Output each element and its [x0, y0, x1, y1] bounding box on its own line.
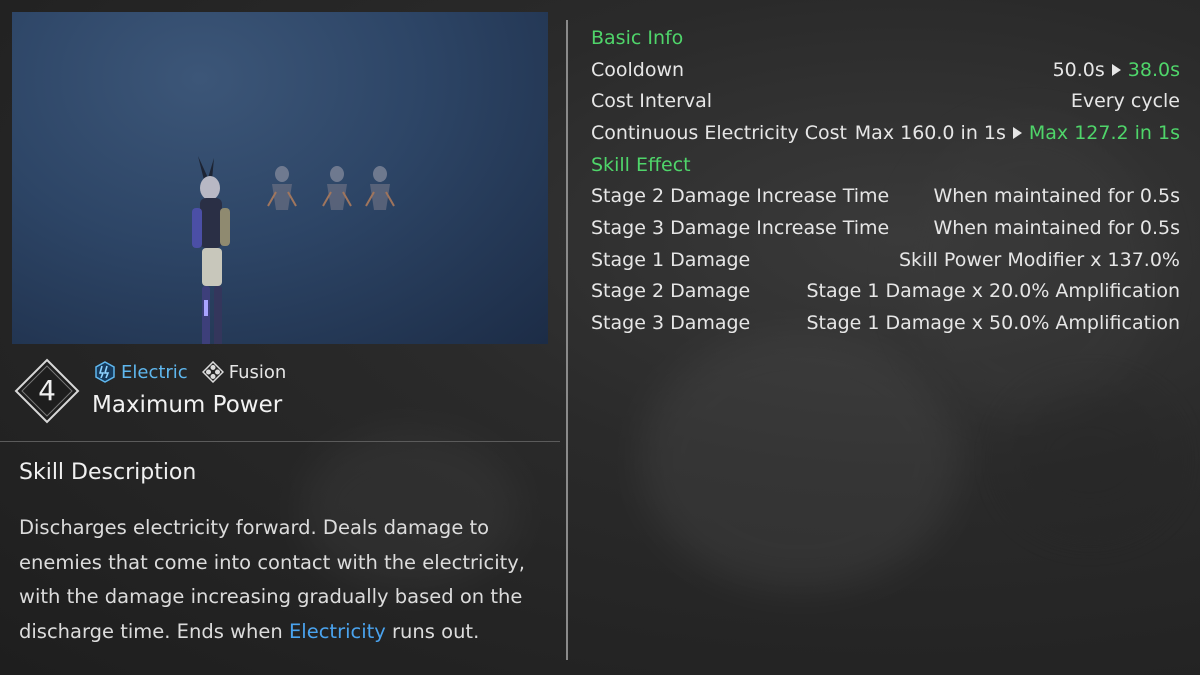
character-figure — [192, 156, 230, 344]
tag-fusion-label: Fusion — [228, 361, 287, 383]
stat-value: Skill Power Modifier x 137.0% — [898, 248, 1180, 271]
arrow-right-icon — [1111, 63, 1121, 76]
stat-label: Stage 3 Damage Increase Time — [591, 216, 890, 239]
electric-icon — [95, 361, 115, 383]
old-value: 50.0s — [1052, 58, 1105, 81]
divider — [0, 441, 560, 442]
stat-value: Every cycle — [1070, 90, 1180, 113]
stat-value: When maintained for 0.5s — [933, 185, 1180, 208]
tag-electric-label: Electric — [121, 361, 188, 383]
stat-row-effect: Stage 1 Damage Skill Power Modifier x 13… — [591, 244, 1180, 276]
stat-row-cooldown: Cooldown 50.0s 38.0s — [591, 54, 1180, 86]
arrow-right-icon — [1012, 126, 1022, 139]
stat-label: Stage 2 Damage Increase Time — [591, 185, 890, 208]
enemy-silhouette — [267, 166, 297, 210]
skill-header: 4 Electric Fusion Maximum Power — [12, 356, 552, 432]
stats-panel: Basic Info Cooldown 50.0s 38.0s Cost Int… — [591, 22, 1180, 339]
stat-value: Stage 1 Damage x 50.0% Amplification — [806, 312, 1180, 335]
stat-label: Cooldown — [591, 58, 685, 81]
stat-label: Stage 1 Damage — [591, 248, 751, 271]
stat-label: Stage 3 Damage — [591, 312, 751, 335]
new-value: Max 127.2 in 1s — [1028, 121, 1180, 144]
background-shape — [1010, 390, 1170, 530]
stat-value: When maintained for 0.5s — [933, 216, 1180, 239]
description-title: Skill Description — [19, 460, 197, 485]
section-basic-info: Basic Info — [591, 26, 684, 49]
stat-label: Cost Interval — [591, 90, 713, 113]
stat-row-cost-interval: Cost Interval Every cycle — [591, 85, 1180, 117]
tag-fusion: Fusion — [201, 361, 287, 383]
section-skill-effect: Skill Effect — [591, 153, 691, 176]
stat-row-effect: Stage 2 Damage Increase Time When mainta… — [591, 180, 1180, 212]
background-shape — [640, 330, 960, 590]
skill-name: Maximum Power — [92, 392, 283, 418]
stat-row-effect: Stage 2 Damage Stage 1 Damage x 20.0% Am… — [591, 276, 1180, 308]
new-value: 38.0s — [1127, 58, 1180, 81]
skill-level-number: 4 — [38, 374, 56, 407]
skill-preview-video[interactable] — [12, 12, 548, 344]
stat-row-electricity-cost: Continuous Electricity Cost Max 160.0 in… — [591, 117, 1180, 149]
stat-label: Continuous Electricity Cost — [591, 121, 848, 144]
description-text-end: runs out. — [385, 619, 480, 643]
stat-row-effect: Stage 3 Damage Stage 1 Damage x 50.0% Am… — [591, 307, 1180, 339]
stat-value: 50.0s 38.0s — [1053, 59, 1180, 81]
electricity-keyword-link[interactable]: Electricity — [289, 620, 386, 643]
fusion-icon — [201, 361, 224, 383]
stat-label: Stage 2 Damage — [591, 280, 751, 303]
panel-divider — [566, 20, 568, 660]
skill-tags: Electric Fusion — [94, 358, 300, 386]
tag-electric: Electric — [94, 361, 188, 383]
old-value: Max 160.0 in 1s — [854, 121, 1006, 144]
enemy-silhouette — [322, 166, 352, 210]
stat-value: Stage 1 Damage x 20.0% Amplification — [806, 280, 1180, 303]
enemy-silhouette — [365, 166, 395, 210]
stat-row-effect: Stage 3 Damage Increase Time When mainta… — [591, 212, 1180, 244]
description-text: Discharges electricity forward. Deals da… — [19, 511, 539, 649]
stat-value: Max 160.0 in 1s Max 127.2 in 1s — [855, 122, 1180, 144]
